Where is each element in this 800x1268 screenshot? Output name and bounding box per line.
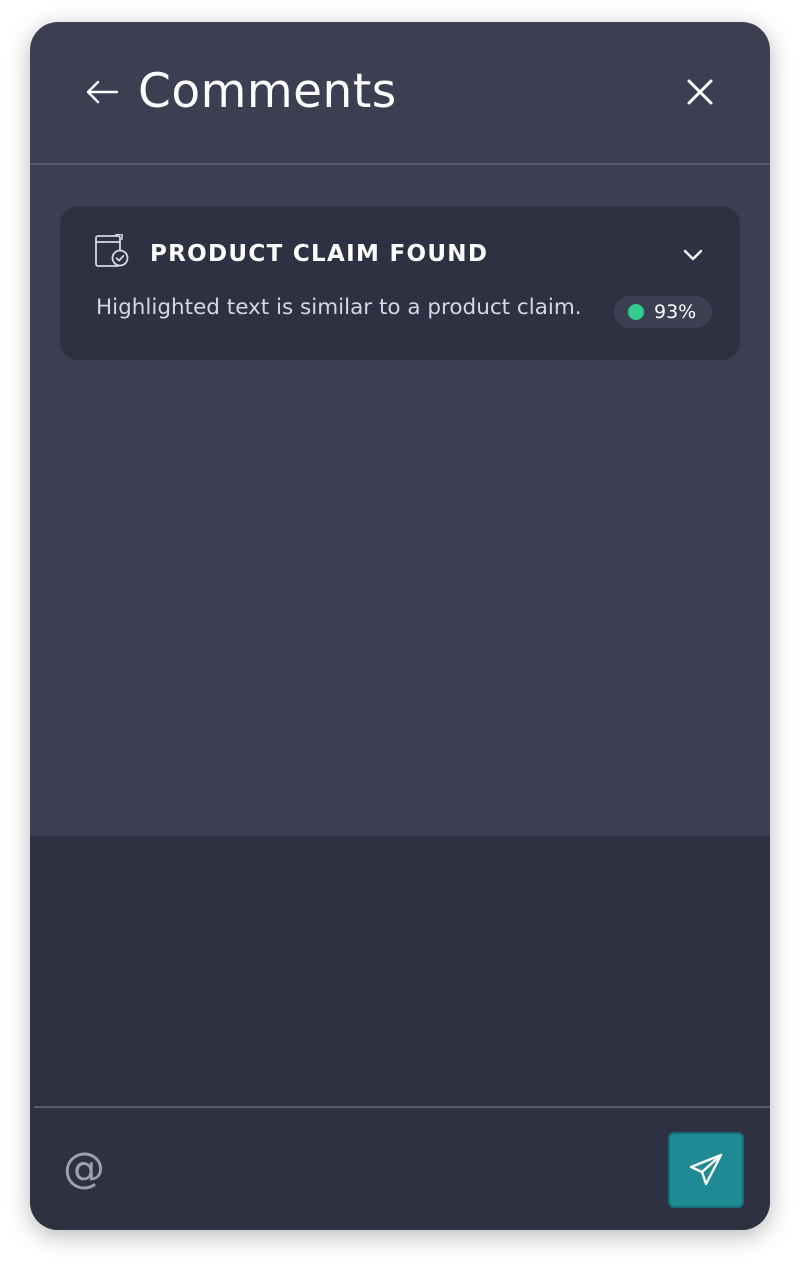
send-button[interactable] bbox=[668, 1132, 744, 1208]
comments-panel: Comments PRODUCT CLAIM FOUND Highlighted… bbox=[30, 22, 770, 1230]
card-title: PRODUCT CLAIM FOUND bbox=[150, 241, 489, 267]
comment-input[interactable] bbox=[30, 836, 770, 1106]
expand-toggle[interactable] bbox=[678, 240, 708, 270]
close-icon bbox=[687, 79, 713, 105]
score-value: 93% bbox=[654, 301, 697, 323]
arrow-left-icon bbox=[86, 80, 119, 104]
similarity-score-badge: 93% bbox=[614, 296, 712, 328]
back-button[interactable] bbox=[82, 72, 122, 112]
close-button[interactable] bbox=[680, 72, 720, 112]
page-title: Comments bbox=[138, 64, 397, 119]
comment-composer: @ bbox=[30, 836, 770, 1230]
mention-button[interactable]: @ bbox=[58, 1142, 110, 1194]
chevron-down-icon bbox=[683, 249, 703, 261]
composer-divider bbox=[34, 1106, 770, 1108]
card-description: Highlighted text is similar to a product… bbox=[96, 295, 582, 320]
score-status-dot bbox=[628, 304, 644, 320]
document-check-icon bbox=[95, 234, 129, 267]
paper-plane-icon bbox=[689, 1153, 723, 1186]
panel-header: Comments bbox=[30, 22, 770, 165]
product-claim-card: PRODUCT CLAIM FOUND Highlighted text is … bbox=[60, 206, 740, 360]
